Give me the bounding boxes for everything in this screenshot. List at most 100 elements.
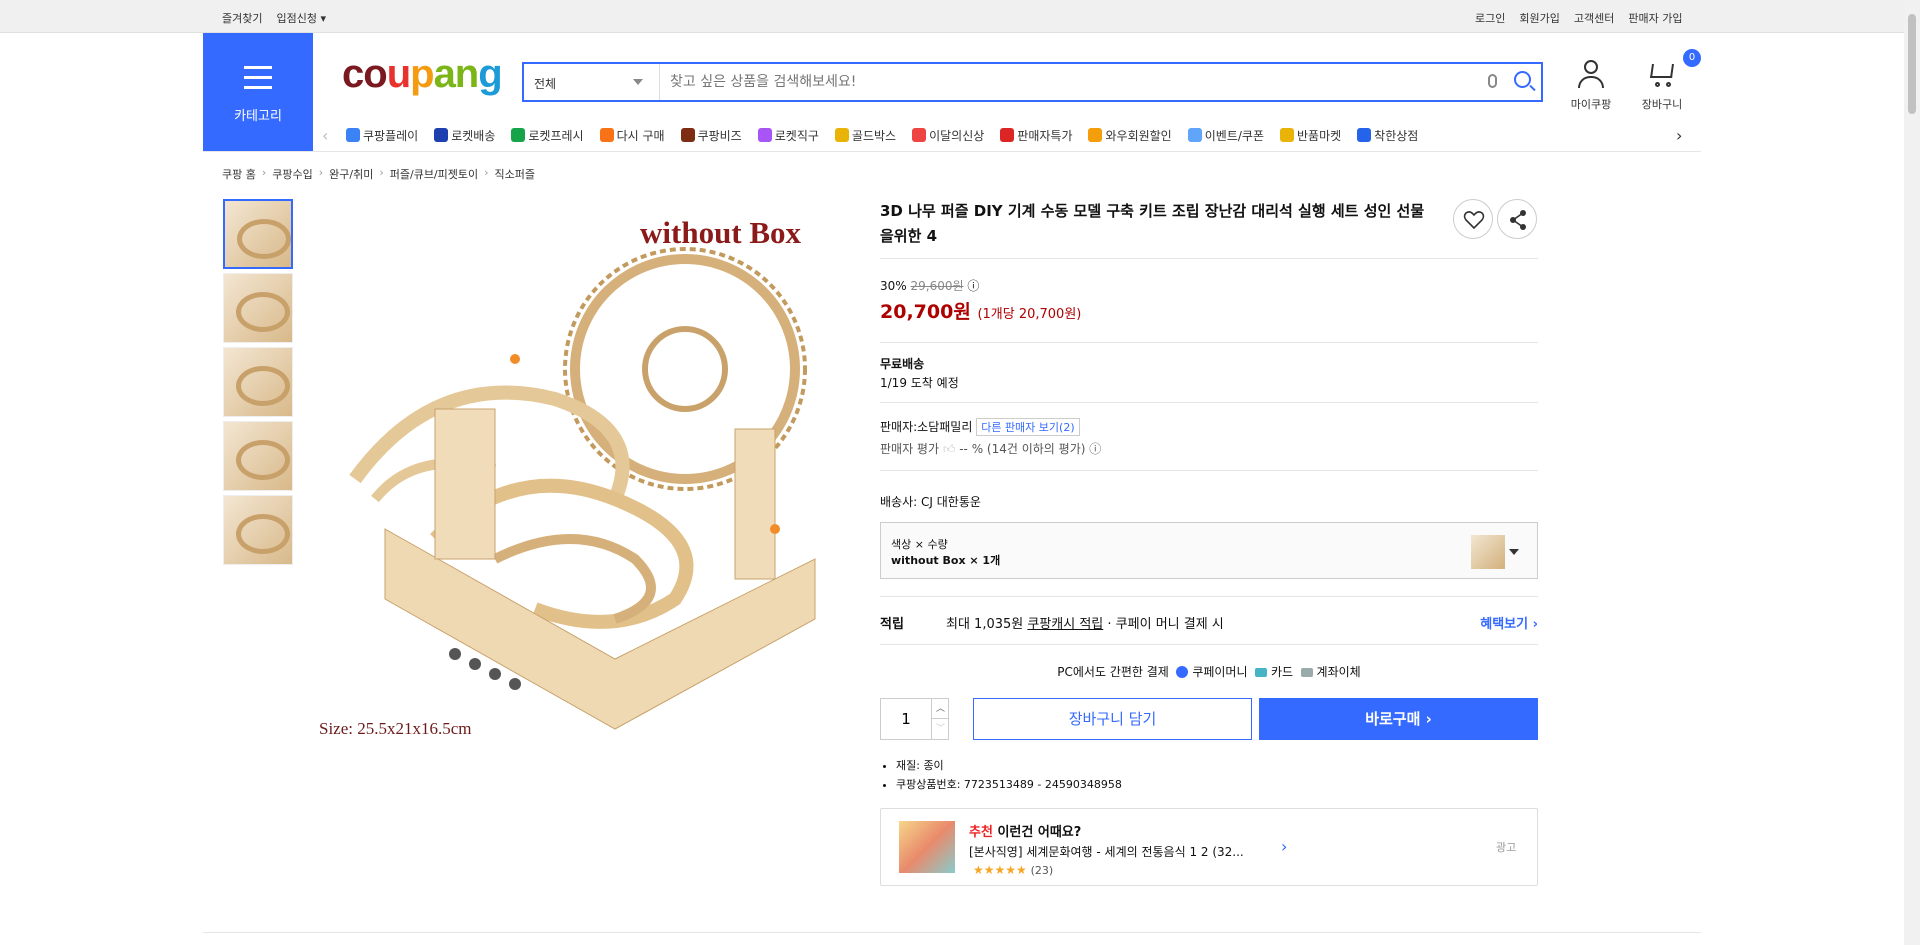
unit-price: (1개당 20,700원) [977, 307, 1082, 322]
nav-item-label: 쿠팡비즈 [697, 129, 742, 143]
info-icon[interactable]: ⓘ [1089, 442, 1101, 456]
nav-item-icon [757, 128, 772, 142]
nav-item-label: 판매자특가 [1017, 129, 1073, 143]
chevron-right-icon: › [261, 166, 267, 179]
chevron-down-icon[interactable]: ﹀ [931, 719, 949, 739]
option-thumbnail [1471, 535, 1505, 569]
nav-item[interactable]: 이벤트/쿠폰 [1187, 127, 1264, 144]
divider [880, 644, 1538, 645]
price-row: 20,700원 (1개당 20,700원) [880, 297, 1081, 324]
apply-link[interactable]: 입점신청 ▾ [276, 10, 326, 26]
nav-item-label: 골드박스 [851, 129, 897, 143]
login-link[interactable]: 로그인 [1475, 10, 1505, 26]
nav-item-label: 다시 구매 [616, 129, 665, 143]
search-category-select[interactable]: 전체 [524, 64, 660, 100]
recommend-box[interactable]: 추천 이런건 어때요? [본사직영] 세계문화여행 - 세계의 전통음식 1 2… [880, 808, 1538, 886]
nav-item[interactable]: 다시 구매 [599, 127, 665, 144]
card-icon [1255, 668, 1268, 677]
nav-item-icon [1279, 128, 1294, 142]
nav-item-icon [680, 128, 695, 142]
cart-label: 장바구니 [1641, 98, 1683, 111]
apply-label: 입점신청 [276, 12, 317, 25]
cart-button[interactable]: 0 장바구니 [1632, 49, 1701, 112]
category-label: 카테고리 [234, 109, 282, 124]
my-coupang-button[interactable]: 마이쿠팡 [1563, 58, 1619, 112]
signup-link[interactable]: 회원가입 [1519, 10, 1559, 26]
recommend-image[interactable] [899, 821, 955, 873]
share-button[interactable] [1497, 199, 1537, 239]
spec-list: 재질: 종이 쿠팡상품번호: 7723513489 - 24590348958 [880, 756, 1122, 794]
thumbnail[interactable] [223, 347, 293, 417]
logo-part: u [386, 52, 411, 96]
chevron-left-icon[interactable]: ‹ [322, 126, 328, 145]
chevron-right-icon[interactable]: › [1281, 837, 1287, 856]
breadcrumb-item[interactable]: 퍼즐/큐브/피젯토이 [390, 166, 478, 182]
divider [880, 258, 1538, 259]
nav-item[interactable]: 판매자특가 [1000, 127, 1072, 144]
thumbnail[interactable] [223, 495, 293, 565]
info-icon[interactable]: ⓘ [967, 279, 979, 293]
pay-card: 카드 [1270, 665, 1294, 679]
breadcrumb-item[interactable]: 쿠팡 홈 [222, 166, 256, 182]
heart-icon [1463, 211, 1485, 230]
marble-run-illustration [349, 247, 816, 730]
scrollbar[interactable] [1904, 0, 1920, 945]
option-select[interactable]: 색상 × 수량 without Box × 1개 [880, 522, 1538, 579]
seller-signup-link[interactable]: 판매자 가입 [1628, 10, 1682, 26]
nav-item[interactable]: 로켓직구 [757, 127, 819, 144]
scrollbar-thumb[interactable] [1908, 14, 1916, 114]
quantity-stepper: ︿ ﹀ [880, 698, 949, 740]
divider [880, 402, 1538, 403]
nav-item[interactable]: 로켓프레시 [511, 127, 584, 144]
nav-item[interactable]: 착한상점 [1357, 127, 1418, 144]
hamburger-icon [244, 66, 272, 96]
nav-item[interactable]: 이달의신상 [912, 127, 984, 144]
chevron-down-icon [1509, 549, 1519, 555]
other-sellers-button[interactable]: 다른 판매자 보기(2) [976, 418, 1080, 436]
support-link[interactable]: 고객센터 [1574, 10, 1614, 26]
thumbnail[interactable] [223, 199, 293, 269]
ad-label: 광고 [1496, 841, 1517, 854]
courier-label: 배송사: [880, 495, 918, 509]
nav-item[interactable]: 쿠팡플레이 [346, 127, 418, 144]
reward-text: 최대 1,035원 쿠팡캐시 적립 · 쿠페이 머니 결제 시 [946, 613, 1224, 632]
chevron-up-icon[interactable]: ︿ [931, 699, 949, 719]
breadcrumb-item[interactable]: 직소퍼즐 [495, 166, 535, 182]
main-product-image: without Box Size: 25.5x21x16.5cm [315, 199, 853, 759]
spec-material: 재질: 종이 [896, 756, 1122, 775]
search-input[interactable] [670, 72, 1450, 92]
logo-part: g [478, 52, 502, 96]
quantity-input[interactable] [881, 699, 931, 739]
breadcrumb-item[interactable]: 완구/취미 [329, 166, 373, 182]
reward-link[interactable]: 쿠팡캐시 적립 [1027, 617, 1103, 632]
thumbnail[interactable] [223, 421, 293, 491]
nav-item[interactable]: 반품마켓 [1279, 127, 1341, 144]
pay-money: 쿠페이머니 [1192, 665, 1248, 679]
nav-item-label: 착한상점 [1374, 129, 1419, 143]
nav-item[interactable]: 골드박스 [834, 127, 897, 144]
divider [203, 151, 1701, 152]
category-button[interactable]: 카테고리 [203, 33, 313, 151]
search-icon[interactable] [1514, 71, 1531, 88]
nav-item-icon [1000, 128, 1015, 142]
nav-item[interactable]: 쿠팡비즈 [680, 127, 742, 144]
nav-item[interactable]: 로켓배송 [434, 127, 495, 144]
nav-item-label: 로켓프레시 [528, 129, 584, 143]
mic-icon[interactable] [1488, 74, 1497, 88]
coupang-logo[interactable]: coupang [342, 52, 503, 97]
add-to-cart-button[interactable]: 장바구니 담기 [973, 698, 1252, 740]
thumbnail[interactable] [223, 273, 293, 343]
nav-item-icon [1187, 128, 1202, 142]
seller-name[interactable]: 소담패밀리 [917, 420, 972, 434]
benefit-link[interactable]: 혜택보기 › [1480, 613, 1538, 632]
nav-item-label: 쿠팡플레이 [363, 129, 419, 143]
recommend-item-title[interactable]: [본사직영] 세계문화여행 - 세계의 전통음식 1 2 (32... [969, 843, 1244, 860]
chevron-right-icon[interactable]: › [1676, 126, 1682, 145]
buy-now-button[interactable]: 바로구매 › [1259, 698, 1538, 740]
nav-item[interactable]: 와우회원할인 [1088, 127, 1172, 144]
discount-row: 30% 29,600원 ⓘ [880, 277, 979, 294]
breadcrumb-item[interactable]: 쿠팡수입 [272, 166, 312, 182]
nav-item-label: 이벤트/쿠폰 [1204, 129, 1264, 143]
favorites-link[interactable]: 즐겨찾기 [222, 10, 262, 26]
wishlist-button[interactable] [1453, 199, 1493, 239]
